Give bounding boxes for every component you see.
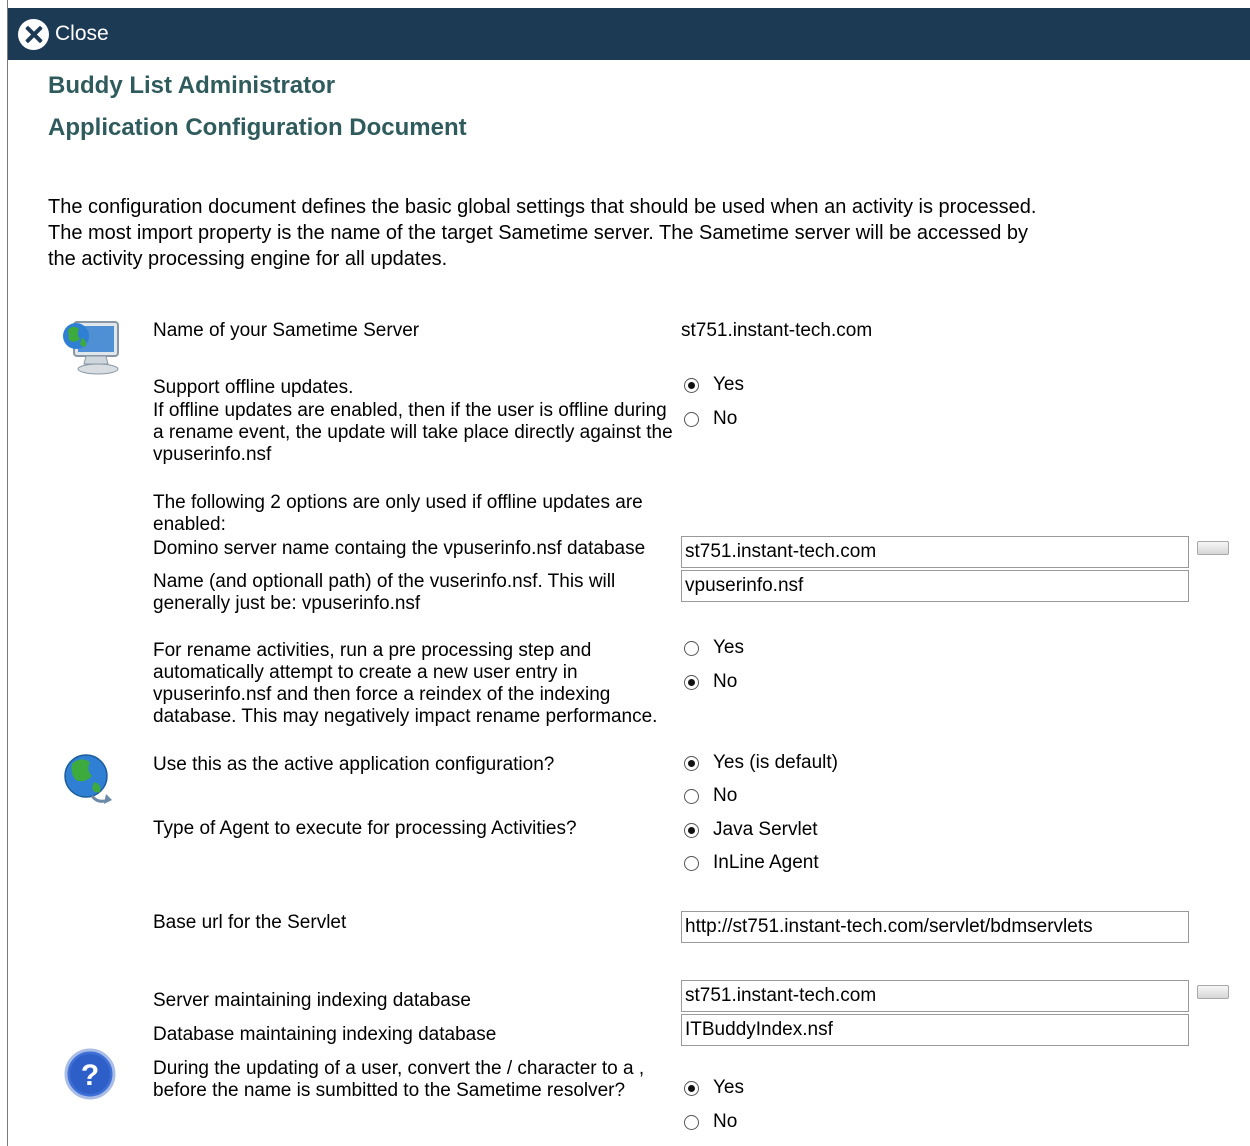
radio-checked <box>684 822 699 838</box>
radio-unchecked <box>684 788 699 804</box>
offline-help: If offline updates are enabled, then if … <box>153 400 673 465</box>
rename-pre-no-radio[interactable]: No <box>684 671 737 693</box>
index-db-input[interactable] <box>681 1014 1189 1046</box>
convert-slash-yes-radio[interactable]: Yes <box>684 1077 744 1099</box>
title-bar: Close <box>8 8 1250 60</box>
agent-type-label: Type of Agent to execute for processing … <box>153 818 577 839</box>
active-config-yes-radio[interactable]: Yes (is default) <box>684 752 838 774</box>
agent-java-servlet-radio[interactable]: Java Servlet <box>684 819 818 841</box>
convert-slash-no-radio[interactable]: No <box>684 1111 737 1133</box>
vpuserinfo-path-input[interactable] <box>681 570 1189 602</box>
rename-pre-label: For rename activities, run a pre process… <box>153 640 658 727</box>
svg-text:?: ? <box>81 1059 99 1092</box>
radio-unchecked <box>684 411 699 427</box>
radio-unchecked <box>684 640 699 656</box>
active-config-label: Use this as the active application confi… <box>153 754 555 775</box>
vpuserinfo-path-label: Name (and optionall path) of the vuserin… <box>153 571 616 614</box>
index-server-picker-button[interactable] <box>1197 985 1229 999</box>
offline-label: Support offline updates. <box>153 377 354 398</box>
close-icon <box>18 18 49 50</box>
server-name-label: Name of your Sametime Server <box>153 320 420 341</box>
page-title: Buddy List Administrator <box>48 72 336 99</box>
close-button[interactable]: Close <box>18 17 109 51</box>
servlet-url-input[interactable] <box>681 911 1189 943</box>
intro-text: The configuration document defines the b… <box>48 196 1037 270</box>
domino-server-label: Domino server name containg the vpuserin… <box>153 538 646 559</box>
radio-checked <box>684 377 699 393</box>
radio-checked <box>684 1080 699 1096</box>
convert-slash-label: During the updating of a user, convert t… <box>153 1058 645 1101</box>
index-server-label: Server maintaining indexing database <box>153 990 471 1011</box>
rename-pre-yes-radio[interactable]: Yes <box>684 637 744 659</box>
index-db-label: Database maintaining indexing database <box>153 1024 497 1045</box>
help-icon: ? <box>64 1048 116 1100</box>
radio-unchecked <box>684 1114 699 1130</box>
servlet-url-label: Base url for the Servlet <box>153 912 347 933</box>
index-server-input[interactable] <box>681 980 1189 1012</box>
close-label: Close <box>55 22 109 45</box>
offline-yes-radio[interactable]: Yes <box>684 374 744 396</box>
offline-note: The following 2 options are only used if… <box>153 492 643 535</box>
domino-server-input[interactable] <box>681 536 1189 568</box>
radio-checked <box>684 755 699 771</box>
globe-sync-icon <box>64 754 112 804</box>
domino-server-picker-button[interactable] <box>1197 541 1229 555</box>
radio-unchecked <box>684 855 699 871</box>
server-name-value: st751.instant-tech.com <box>681 320 873 341</box>
radio-checked <box>684 674 699 690</box>
page-subtitle: Application Configuration Document <box>48 114 467 141</box>
window-border <box>7 0 8 1146</box>
computer-icon <box>63 321 119 375</box>
agent-inline-radio[interactable]: InLine Agent <box>684 852 819 874</box>
offline-no-radio[interactable]: No <box>684 408 737 430</box>
active-config-no-radio[interactable]: No <box>684 785 737 807</box>
